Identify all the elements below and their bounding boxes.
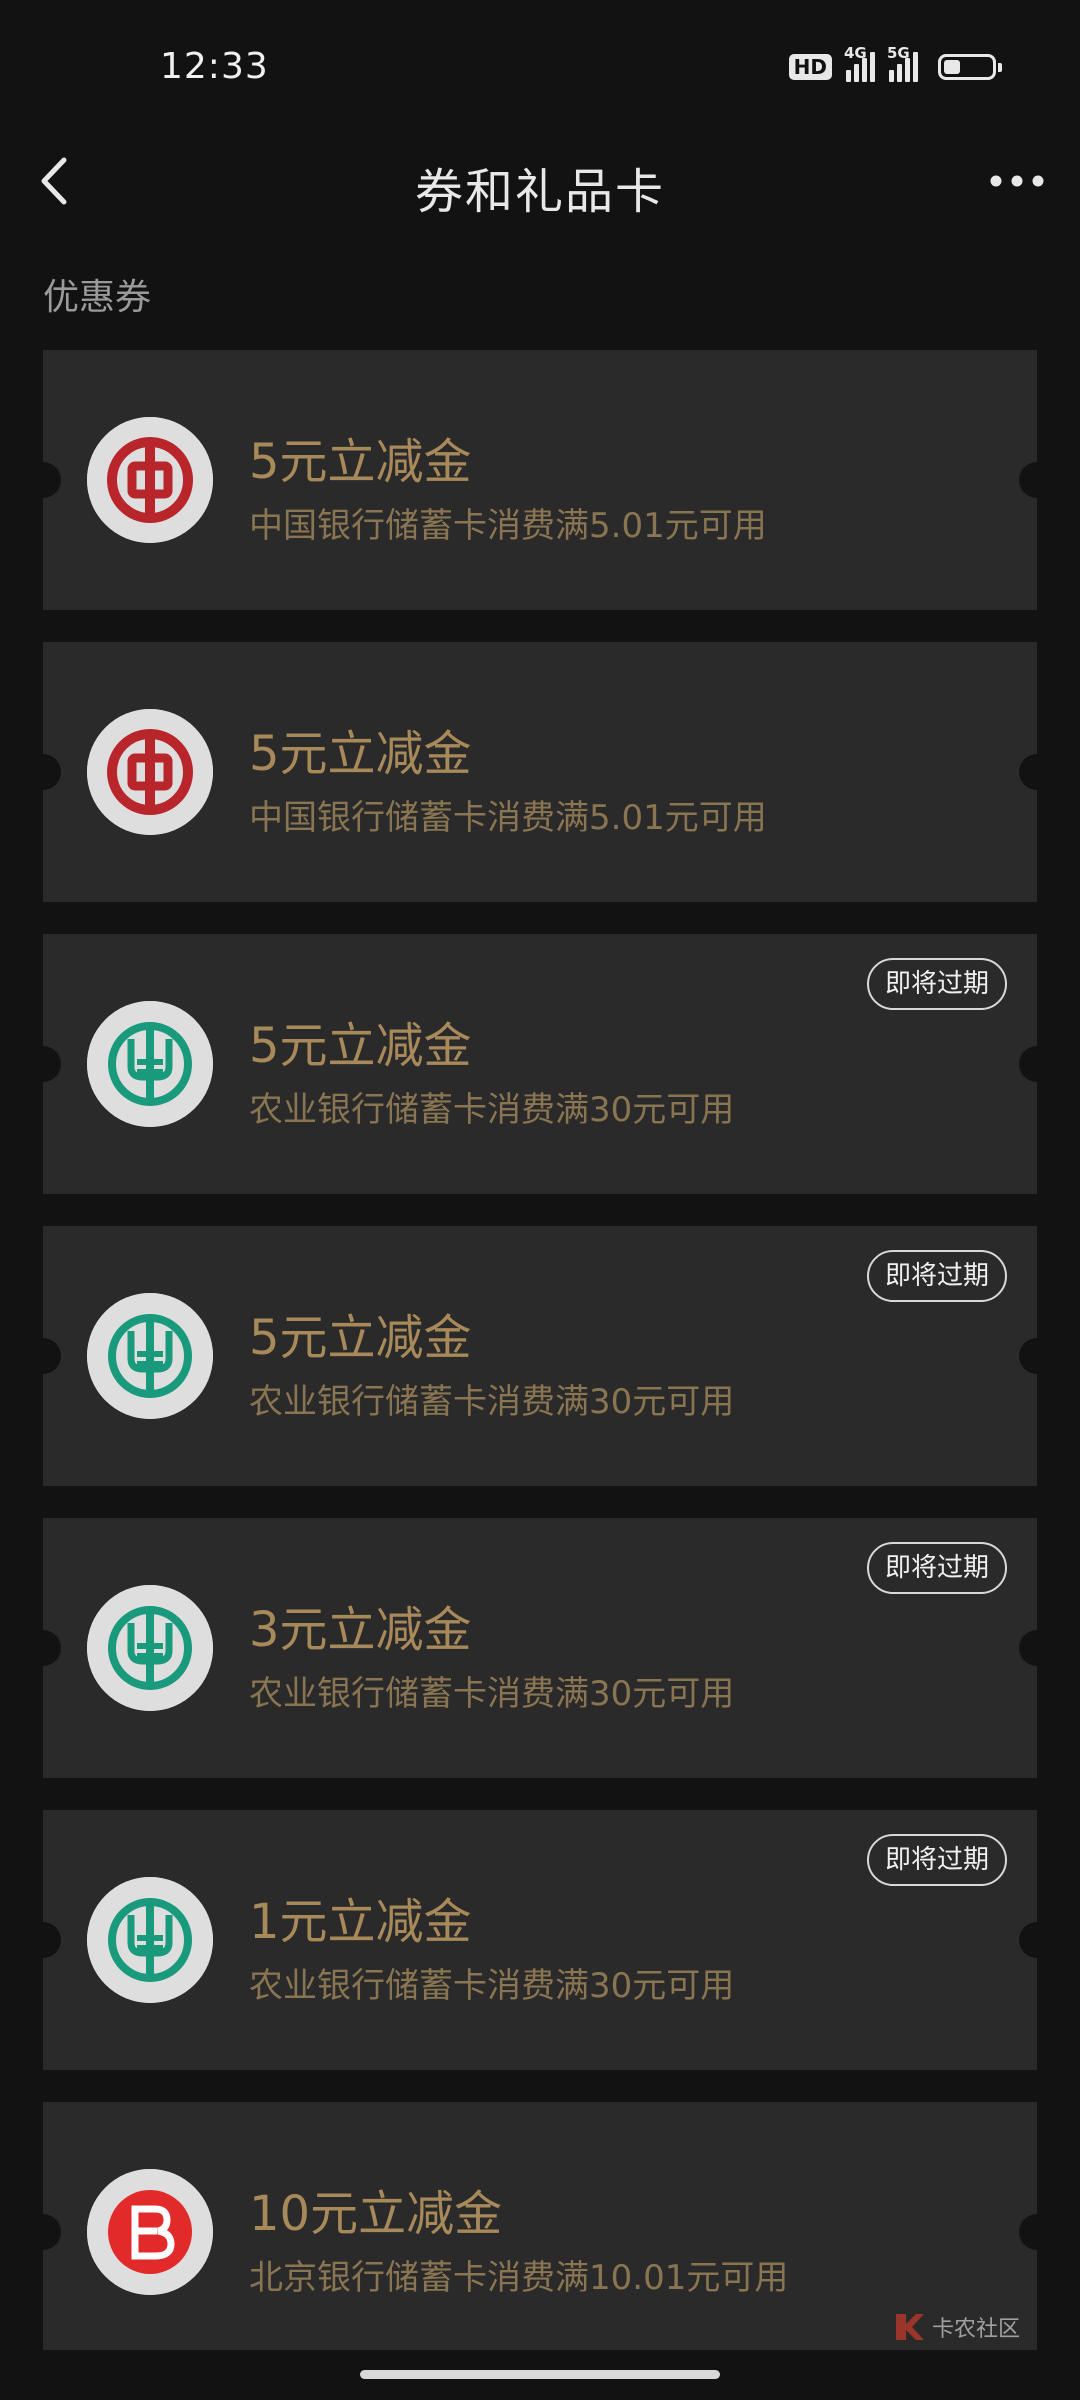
signal-4g-icon: 4G (844, 44, 875, 82)
bob-logo-icon (87, 2169, 213, 2295)
bank-logo (87, 1001, 213, 1127)
coupon-condition: 北京银行储蓄卡消费满10.01元可用 (249, 2258, 789, 2298)
status-bar: 12:33 HD 4G 5G (0, 0, 1080, 140)
expiring-soon-badge: 即将过期 (866, 1250, 1007, 1302)
abc-logo-icon (87, 1001, 213, 1127)
ticket-notch (1019, 1046, 1055, 1082)
ticket-notch (1019, 2214, 1055, 2250)
coupon-card[interactable]: 10元立减金北京银行储蓄卡消费满10.01元可用 (25, 2102, 1055, 2350)
ticket-notch (25, 462, 61, 498)
coupon-condition: 中国银行储蓄卡消费满5.01元可用 (249, 506, 767, 546)
bank-logo (87, 1877, 213, 2003)
coupon-condition: 农业银行储蓄卡消费满30元可用 (249, 1382, 735, 1422)
coupon-card[interactable]: 5元立减金中国银行储蓄卡消费满5.01元可用 (25, 642, 1055, 902)
ticket-notch (25, 1922, 61, 1958)
boc-logo-icon (87, 709, 213, 835)
page-title: 券和礼品卡 (414, 164, 665, 220)
coupon-card[interactable]: 3元立减金农业银行储蓄卡消费满30元可用 即将过期 (25, 1518, 1055, 1778)
ticket-notch (1019, 1338, 1055, 1374)
ticket-notch (25, 1630, 61, 1666)
boc-logo-icon (87, 417, 213, 543)
home-indicator[interactable] (360, 2370, 720, 2379)
coupon-card[interactable]: 5元立减金农业银行储蓄卡消费满30元可用 即将过期 (25, 1226, 1055, 1486)
network-type-label: 4G (844, 44, 867, 62)
expiring-soon-badge: 即将过期 (866, 1542, 1007, 1594)
coupon-amount: 3元立减金 (249, 1602, 472, 1658)
watermark-text: 卡农社区 (931, 2317, 1020, 2342)
coupon-condition: 农业银行储蓄卡消费满30元可用 (249, 1966, 735, 2006)
ticket-notch (1019, 1922, 1055, 1958)
status-time: 12:33 (160, 46, 269, 87)
coupon-list: 5元立减金 中国银行储蓄卡消费满5.01元可用 5元立减金 中国银行储蓄卡消费满5.0… (25, 350, 1055, 2382)
hd-icon: HD (788, 54, 832, 80)
bank-logo (87, 709, 213, 835)
coupon-condition: 农业银行储蓄卡消费满30元可用 (249, 1090, 735, 1130)
more-horizontal-icon (990, 175, 1044, 187)
network-type-label: 5G (887, 44, 910, 62)
bank-logo (87, 2169, 213, 2295)
abc-logo-icon (87, 1585, 213, 1711)
coupon-amount: 5元立减金 (249, 1018, 472, 1074)
section-title: 优惠券 (43, 277, 152, 318)
ticket-notch (25, 1046, 61, 1082)
ticket-notch (25, 2214, 61, 2250)
expiring-soon-badge: 即将过期 (866, 958, 1007, 1010)
ticket-notch (25, 1338, 61, 1374)
abc-logo-icon (87, 1877, 213, 2003)
status-icons: HD 4G 5G (788, 44, 1002, 82)
ticket-notch (1019, 754, 1055, 790)
coupon-condition: 中国银行储蓄卡消费满5.01元可用 (249, 798, 767, 838)
kanong-logo-icon (895, 2314, 924, 2340)
battery-icon (938, 54, 1002, 80)
coupon-amount: 5元立减金 (249, 434, 472, 490)
bank-logo (87, 1293, 213, 1419)
coupon-amount: 5元立减金 (249, 726, 472, 782)
bank-logo (87, 1585, 213, 1711)
watermark: 卡农社区 (892, 2310, 1020, 2344)
bank-logo (87, 417, 213, 543)
expiring-soon-badge: 即将过期 (866, 1834, 1007, 1886)
coupon-condition: 农业银行储蓄卡消费满30元可用 (249, 1674, 735, 1714)
coupon-amount: 10元立减金 (249, 2186, 503, 2242)
coupon-card[interactable]: 5元立减金农业银行储蓄卡消费满30元可用 即将过期 (25, 934, 1055, 1194)
more-button[interactable] (984, 156, 1050, 206)
ticket-notch (1019, 1630, 1055, 1666)
coupon-amount: 1元立减金 (249, 1894, 472, 1950)
ticket-notch (1019, 462, 1055, 498)
signal-5g-icon: 5G (887, 44, 918, 82)
coupon-card[interactable]: 1元立减金农业银行储蓄卡消费满30元可用 即将过期 (25, 1810, 1055, 2070)
abc-logo-icon (87, 1293, 213, 1419)
nav-bar: 券和礼品卡 (0, 140, 1080, 220)
ticket-notch (25, 754, 61, 790)
coupon-amount: 5元立减金 (249, 1310, 472, 1366)
coupon-card[interactable]: 5元立减金中国银行储蓄卡消费满5.01元可用 (25, 350, 1055, 610)
